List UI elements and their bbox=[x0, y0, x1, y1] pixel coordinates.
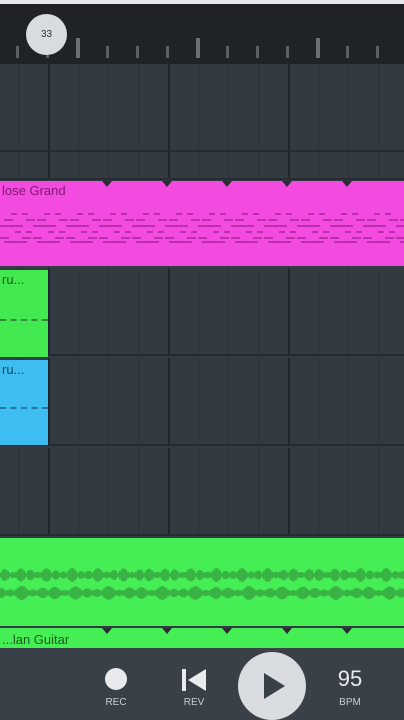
clip-close-grand[interactable]: lose Grand bbox=[0, 181, 404, 266]
ruler-tick bbox=[256, 46, 259, 58]
ruler-tick bbox=[16, 46, 19, 58]
clip-label: lose Grand bbox=[2, 183, 66, 198]
clip-marker bbox=[342, 628, 352, 634]
clip-marker bbox=[342, 181, 352, 187]
ruler-tick bbox=[226, 46, 229, 58]
ruler-tick bbox=[316, 38, 320, 58]
ruler-tick bbox=[76, 38, 80, 58]
clip-drums-green[interactable]: ru... bbox=[0, 270, 48, 357]
clip-audio[interactable] bbox=[0, 538, 404, 626]
clip-marker bbox=[102, 628, 112, 634]
track-lane[interactable] bbox=[0, 358, 404, 446]
play-button[interactable] bbox=[238, 652, 306, 720]
audio-waveform bbox=[0, 568, 404, 600]
clip-marker bbox=[102, 181, 112, 187]
clip-marker bbox=[162, 628, 172, 634]
clip-marker bbox=[222, 628, 232, 634]
ruler-tick bbox=[136, 46, 139, 58]
bpm-value: 95 bbox=[337, 666, 363, 691]
transport-bar: REC REV 95 BPM bbox=[0, 648, 404, 720]
track-lane[interactable] bbox=[0, 124, 404, 180]
playlist-tracks[interactable]: lose Grand ru... ru... ...lan Guitar bbox=[0, 64, 404, 648]
clip-label: ru... bbox=[2, 362, 25, 377]
ruler-tick bbox=[346, 46, 349, 58]
play-icon bbox=[264, 673, 285, 699]
pattern-line bbox=[0, 407, 48, 409]
record-button[interactable]: REC bbox=[96, 660, 136, 716]
skip-back-icon bbox=[182, 669, 206, 691]
clip-marker bbox=[162, 181, 172, 187]
ruler-tick bbox=[196, 38, 200, 58]
ruler-tick bbox=[106, 46, 109, 58]
ruler-tick bbox=[376, 46, 379, 58]
clip-marker bbox=[282, 181, 292, 187]
clip-drums-blue[interactable]: ru... bbox=[0, 360, 48, 445]
clip-label: ...lan Guitar bbox=[2, 632, 70, 647]
tempo-control[interactable]: 95 BPM bbox=[326, 658, 374, 716]
record-label: REC bbox=[105, 697, 127, 708]
ruler-tick bbox=[286, 46, 289, 58]
rewind-button[interactable]: REV bbox=[172, 660, 216, 716]
timeline-ruler[interactable]: 33 bbox=[0, 4, 404, 64]
playhead-marker[interactable]: 33 bbox=[26, 14, 67, 55]
record-icon bbox=[105, 668, 127, 690]
ruler-tick bbox=[166, 46, 169, 58]
track-lane[interactable] bbox=[0, 448, 404, 536]
clip-guitar[interactable]: ...lan Guitar bbox=[0, 628, 404, 648]
track-lane[interactable] bbox=[0, 268, 404, 356]
clip-label: ru... bbox=[2, 272, 25, 287]
clip-marker bbox=[222, 181, 232, 187]
bpm-label: BPM bbox=[339, 697, 361, 708]
pattern-line bbox=[0, 319, 48, 321]
clip-marker bbox=[282, 628, 292, 634]
rewind-label: REV bbox=[183, 697, 205, 708]
